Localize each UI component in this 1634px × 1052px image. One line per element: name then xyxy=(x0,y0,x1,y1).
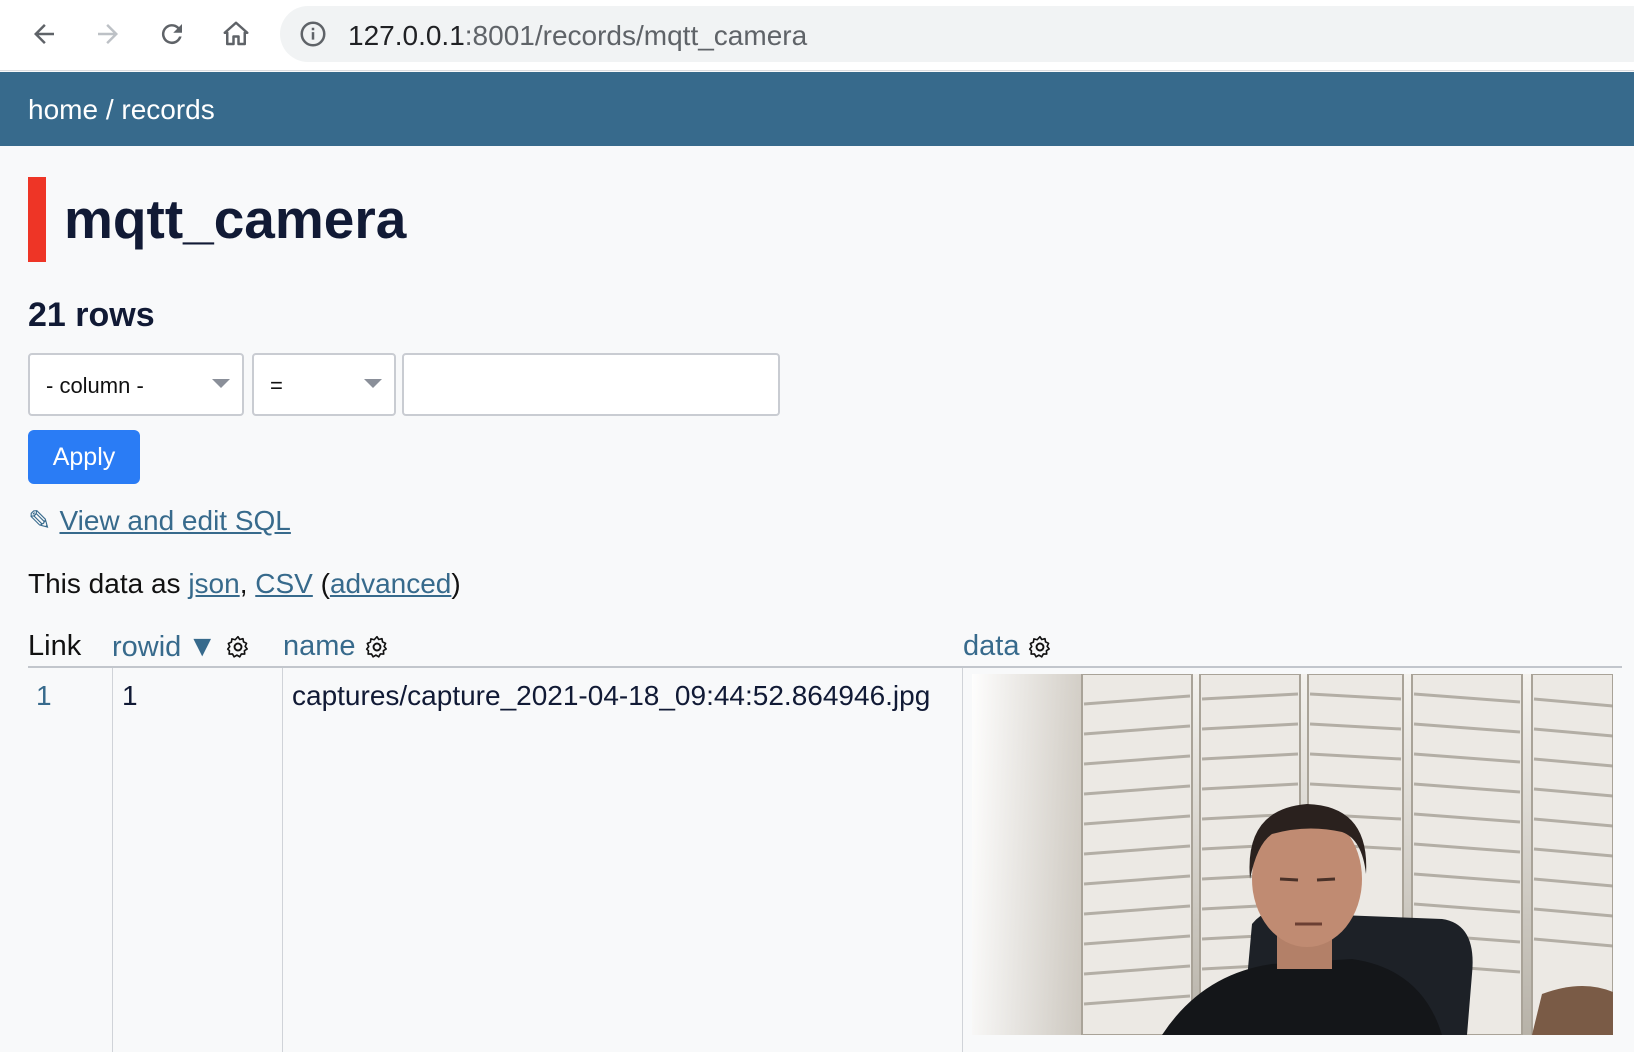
export-comma: , xyxy=(239,568,256,599)
table-header: Link rowid ▼ name data xyxy=(28,630,1622,668)
export-paren-open: ( xyxy=(312,568,330,599)
column-header-data: data xyxy=(963,630,1053,663)
gear-icon[interactable] xyxy=(1027,634,1053,660)
chevron-down-icon xyxy=(364,379,382,388)
column-divider xyxy=(282,668,283,1052)
column-header-name: name xyxy=(283,630,390,663)
gear-icon[interactable] xyxy=(225,634,251,660)
export-links: This data as json, CSV (advanced) xyxy=(28,568,461,600)
filter-value-input[interactable] xyxy=(402,353,780,416)
sort-name-link[interactable]: name xyxy=(283,630,356,663)
url-host: 127.0.0.1 xyxy=(348,20,465,51)
back-icon[interactable] xyxy=(24,14,64,54)
row-link[interactable]: 1 xyxy=(36,680,52,712)
breadcrumb-home-link[interactable]: home xyxy=(28,94,98,125)
gear-icon[interactable] xyxy=(364,634,390,660)
csv-link[interactable]: CSV xyxy=(255,568,313,599)
column-divider xyxy=(112,668,113,1052)
row-count: 21 rows xyxy=(28,296,155,334)
rowid-cell: 1 xyxy=(122,680,138,711)
sort-data-link[interactable]: data xyxy=(963,630,1019,663)
advanced-link[interactable]: advanced xyxy=(330,568,451,599)
forward-icon[interactable] xyxy=(88,14,128,54)
column-select-value: - column - xyxy=(46,373,144,398)
reload-icon[interactable] xyxy=(152,14,192,54)
home-icon[interactable] xyxy=(216,14,256,54)
browser-toolbar: 127.0.0.1:8001/records/mqtt_camera xyxy=(0,0,1634,71)
url-path: :8001/records/mqtt_camera xyxy=(464,20,808,51)
url-text[interactable]: 127.0.0.1:8001/records/mqtt_camera xyxy=(348,20,807,52)
apply-button[interactable]: Apply xyxy=(28,430,140,484)
json-link[interactable]: json xyxy=(188,568,239,599)
column-select[interactable]: - column - xyxy=(28,353,244,416)
operator-select[interactable]: = xyxy=(252,353,396,416)
column-divider xyxy=(962,668,963,1052)
export-prefix: This data as xyxy=(28,568,189,599)
chevron-down-icon xyxy=(212,379,230,388)
breadcrumb-records-link[interactable]: records xyxy=(121,94,214,125)
info-icon[interactable] xyxy=(298,19,328,49)
column-header-rowid: rowid ▼ xyxy=(112,630,251,664)
address-bar[interactable]: 127.0.0.1:8001/records/mqtt_camera xyxy=(280,6,1634,62)
camera-capture-image xyxy=(972,674,1613,1035)
title-accent-bar xyxy=(28,177,46,262)
site-header: home / records xyxy=(0,72,1634,146)
sort-desc-icon: ▼ xyxy=(187,630,218,663)
pencil-icon: ✎ xyxy=(28,505,52,536)
breadcrumb-separator: / xyxy=(98,94,122,125)
page-title: mqtt_camera xyxy=(64,188,407,250)
view-edit-sql-link[interactable]: View and edit SQL xyxy=(59,505,290,536)
operator-select-value: = xyxy=(270,373,283,398)
view-sql-row: ✎ View and edit SQL xyxy=(28,504,291,537)
export-paren-close: ) xyxy=(451,568,461,599)
sort-rowid-link[interactable]: rowid xyxy=(112,631,181,664)
name-cell: captures/capture_2021-04-18_09:44:52.864… xyxy=(292,680,931,711)
breadcrumb: home / records xyxy=(28,94,215,126)
column-header-link: Link xyxy=(28,630,82,662)
captured-photo xyxy=(972,674,1613,1035)
